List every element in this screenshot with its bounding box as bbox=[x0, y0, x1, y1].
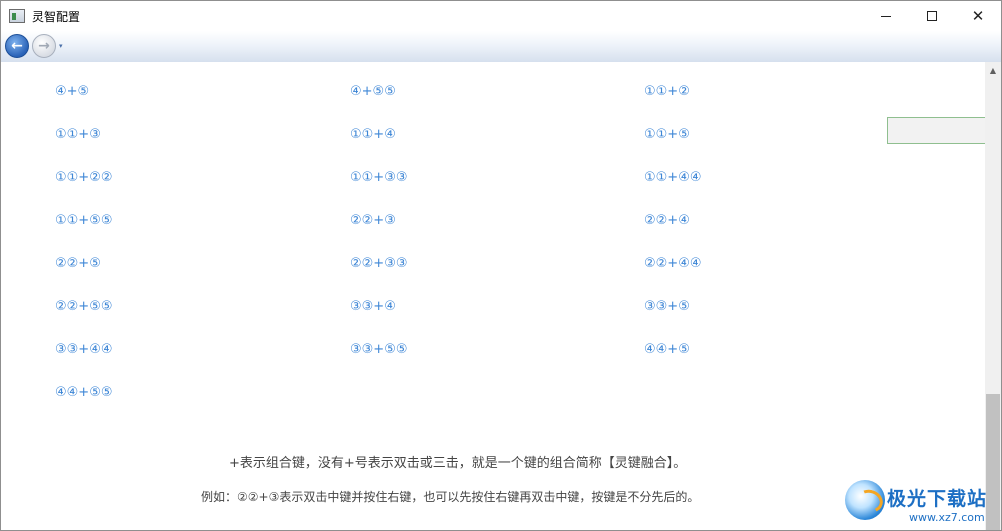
combo-link[interactable]: ②②+③③ bbox=[350, 256, 408, 271]
close-icon: ✕ bbox=[971, 7, 985, 25]
chevron-down-icon[interactable]: ▾ bbox=[59, 42, 63, 50]
combo-link[interactable]: ③③+④④ bbox=[55, 342, 113, 357]
combo-list-area: ④+⑤ ④+⑤⑤ ①①+② ①①+③ ①①+④ ①①+⑤ ①①+②② ①①+③③… bbox=[1, 62, 985, 530]
back-arrow-icon: ← bbox=[11, 38, 23, 54]
combo-link[interactable]: ①①+③ bbox=[55, 127, 101, 142]
minimize-icon bbox=[881, 15, 891, 17]
close-button[interactable]: ✕ bbox=[955, 1, 1001, 31]
watermark-logo-icon bbox=[845, 480, 885, 520]
combo-link[interactable]: ②②+⑤⑤ bbox=[55, 299, 113, 314]
forward-arrow-icon: → bbox=[38, 38, 50, 54]
legend-note: +表示组合键，没有+号表示双击或三击，就是一个键的组合简称【灵键融合】。 bbox=[229, 456, 687, 471]
vertical-scrollbar[interactable]: ▲ bbox=[985, 62, 1001, 530]
combo-link[interactable]: ①①+④④ bbox=[644, 170, 702, 185]
back-button[interactable]: ← bbox=[5, 34, 29, 58]
combo-link[interactable]: ④④+⑤⑤ bbox=[55, 385, 113, 400]
combo-link[interactable]: ②②+④ bbox=[644, 213, 690, 228]
combo-link[interactable]: ①①+②② bbox=[55, 170, 113, 185]
combo-link[interactable]: ③③+④ bbox=[350, 299, 396, 314]
maximize-icon bbox=[927, 11, 937, 21]
example-note: 例如：②②+③表示双击中键并按住右键，也可以先按住右键再双击中键，按键是不分先后… bbox=[201, 490, 700, 504]
combo-link[interactable]: ①①+⑤ bbox=[644, 127, 690, 142]
scroll-up-icon[interactable]: ▲ bbox=[985, 62, 1001, 79]
combo-link[interactable]: ②②+④④ bbox=[644, 256, 702, 271]
window-title: 灵智配置 bbox=[32, 9, 81, 24]
combo-link[interactable]: ①①+④ bbox=[350, 127, 396, 142]
app-window-icon bbox=[9, 9, 25, 23]
combo-link[interactable]: ①①+⑤⑤ bbox=[55, 213, 113, 228]
minimize-button[interactable] bbox=[863, 1, 909, 31]
side-panel[interactable] bbox=[887, 117, 1001, 144]
combo-link[interactable]: ②②+⑤ bbox=[55, 256, 101, 271]
combo-link[interactable]: ③③+⑤ bbox=[644, 299, 690, 314]
combo-link[interactable]: ①①+② bbox=[644, 84, 690, 99]
navigation-bar: ← → ▾ bbox=[1, 31, 1001, 62]
app-window: 灵智配置 ✕ ← → ▾ ④+⑤ ④+⑤⑤ ①①+② ①①+③ ①①+④ ①①+… bbox=[0, 0, 1002, 531]
title-bar: 灵智配置 ✕ bbox=[1, 1, 1001, 31]
maximize-button[interactable] bbox=[909, 1, 955, 31]
combo-link[interactable]: ④+⑤ bbox=[55, 84, 89, 99]
combo-link[interactable]: ④+⑤⑤ bbox=[350, 84, 396, 99]
watermark: 极光下载站 www.xz7.com bbox=[843, 478, 1001, 530]
combo-link[interactable]: ①①+③③ bbox=[350, 170, 408, 185]
watermark-name: 极光下载站 bbox=[887, 488, 988, 510]
watermark-url: www.xz7.com bbox=[909, 511, 985, 524]
combo-link[interactable]: ④④+⑤ bbox=[644, 342, 690, 357]
combo-link[interactable]: ③③+⑤⑤ bbox=[350, 342, 408, 357]
combo-link[interactable]: ②②+③ bbox=[350, 213, 396, 228]
forward-button[interactable]: → bbox=[32, 34, 56, 58]
